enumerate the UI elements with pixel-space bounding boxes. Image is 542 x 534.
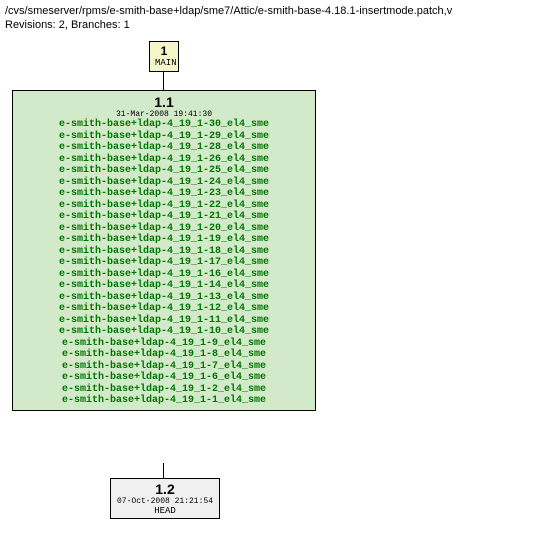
header-path: /cvs/smeserver/rpms/e-smith-base+ldap/sm… [5,5,537,17]
tag-item: e-smith-base+ldap-4_19_1-12_el4_sme [19,303,309,315]
date-12: 07-Oct-2008 21:21:54 [115,497,215,506]
tag-item: e-smith-base+ldap-4_19_1-9_el4_sme [19,338,309,350]
tag-item: e-smith-base+ldap-4_19_1-23_el4_sme [19,188,309,200]
version-12: 1.2 [115,481,215,497]
node-revision-11[interactable]: 1.1 31-Mar-2008 19:41:30 e-smith-base+ld… [12,90,316,411]
connector-line [163,71,164,90]
main-number: 1 [155,44,173,58]
head-label: HEAD [115,506,215,516]
tag-item: e-smith-base+ldap-4_19_1-11_el4_sme [19,315,309,327]
node-main[interactable]: 1 MAIN [149,41,179,72]
connector-line [163,463,164,478]
tag-item: e-smith-base+ldap-4_19_1-20_el4_sme [19,223,309,235]
tag-item: e-smith-base+ldap-4_19_1-29_el4_sme [19,131,309,143]
tag-item: e-smith-base+ldap-4_19_1-7_el4_sme [19,361,309,373]
tag-item: e-smith-base+ldap-4_19_1-17_el4_sme [19,257,309,269]
tag-item: e-smith-base+ldap-4_19_1-6_el4_sme [19,372,309,384]
tag-item: e-smith-base+ldap-4_19_1-30_el4_sme [19,119,309,131]
tag-item: e-smith-base+ldap-4_19_1-22_el4_sme [19,200,309,212]
tag-item: e-smith-base+ldap-4_19_1-1_el4_sme [19,395,309,407]
tag-item: e-smith-base+ldap-4_19_1-26_el4_sme [19,154,309,166]
diagram-area: 1 MAIN 1.1 31-Mar-2008 19:41:30 e-smith-… [5,39,537,529]
tag-list-11: e-smith-base+ldap-4_19_1-30_el4_smee-smi… [19,119,309,407]
tag-item: e-smith-base+ldap-4_19_1-24_el4_sme [19,177,309,189]
tag-item: e-smith-base+ldap-4_19_1-18_el4_sme [19,246,309,258]
header-revisions: Revisions: 2, Branches: 1 [5,19,537,31]
tag-item: e-smith-base+ldap-4_19_1-16_el4_sme [19,269,309,281]
tag-item: e-smith-base+ldap-4_19_1-21_el4_sme [19,211,309,223]
tag-item: e-smith-base+ldap-4_19_1-14_el4_sme [19,280,309,292]
tag-item: e-smith-base+ldap-4_19_1-2_el4_sme [19,384,309,396]
tag-item: e-smith-base+ldap-4_19_1-19_el4_sme [19,234,309,246]
tag-item: e-smith-base+ldap-4_19_1-8_el4_sme [19,349,309,361]
version-11: 1.1 [19,94,309,110]
tag-item: e-smith-base+ldap-4_19_1-10_el4_sme [19,326,309,338]
tag-item: e-smith-base+ldap-4_19_1-25_el4_sme [19,165,309,177]
main-label: MAIN [155,58,173,69]
tag-item: e-smith-base+ldap-4_19_1-13_el4_sme [19,292,309,304]
tag-item: e-smith-base+ldap-4_19_1-28_el4_sme [19,142,309,154]
date-11: 31-Mar-2008 19:41:30 [19,110,309,119]
node-revision-12[interactable]: 1.2 07-Oct-2008 21:21:54 HEAD [110,478,220,519]
